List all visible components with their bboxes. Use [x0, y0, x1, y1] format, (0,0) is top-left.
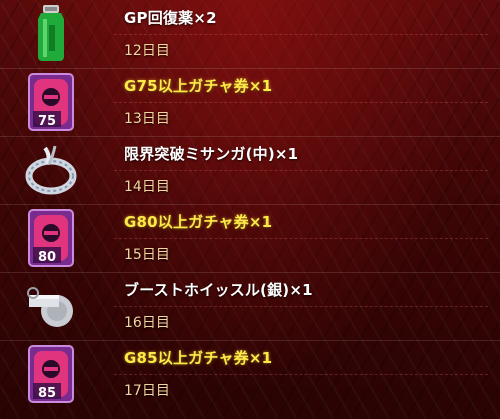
gacha-ticket-icon: 75	[18, 73, 84, 131]
gacha-ticket-icon: 85	[18, 345, 84, 403]
green-bottle-icon	[18, 5, 84, 63]
reward-name: 限界突破ミサンガ(中)×1	[124, 145, 299, 163]
ticket-grade-label: 75	[38, 114, 56, 129]
ticket-grade-label: 85	[38, 386, 56, 401]
ticket-grade-label: 80	[38, 250, 56, 265]
reward-day: 13日目	[124, 111, 170, 127]
reward-row: ブーストホイッスル(銀)×1 16日目	[0, 272, 500, 341]
reward-row: 85 G85以上ガチャ券×1 17日目	[0, 340, 500, 408]
gacha-ticket-icon: 80	[18, 209, 84, 267]
reward-name: G85以上ガチャ券×1	[124, 349, 273, 367]
reward-row: 限界突破ミサンガ(中)×1 14日目	[0, 136, 500, 205]
reward-row: GP回復薬×2 12日目	[0, 0, 500, 69]
reward-day: 14日目	[124, 179, 170, 195]
silver-whistle-icon	[18, 277, 84, 335]
reward-day: 12日目	[124, 43, 170, 59]
reward-name: G75以上ガチャ券×1	[124, 77, 273, 95]
misanga-bracelet-icon	[18, 141, 84, 199]
reward-day: 16日目	[124, 315, 170, 331]
reward-name: GP回復薬×2	[124, 9, 217, 27]
reward-row: 80 G80以上ガチャ券×1 15日目	[0, 204, 500, 273]
reward-row: 75 G75以上ガチャ券×1 13日目	[0, 68, 500, 137]
reward-day: 17日目	[124, 383, 170, 399]
login-reward-list: GP回復薬×2 12日目 75 G75以上ガチャ券×1 13日目 限界突破ミサン…	[0, 0, 500, 419]
reward-name: G80以上ガチャ券×1	[124, 213, 273, 231]
reward-name: ブーストホイッスル(銀)×1	[124, 281, 313, 299]
reward-day: 15日目	[124, 247, 170, 263]
